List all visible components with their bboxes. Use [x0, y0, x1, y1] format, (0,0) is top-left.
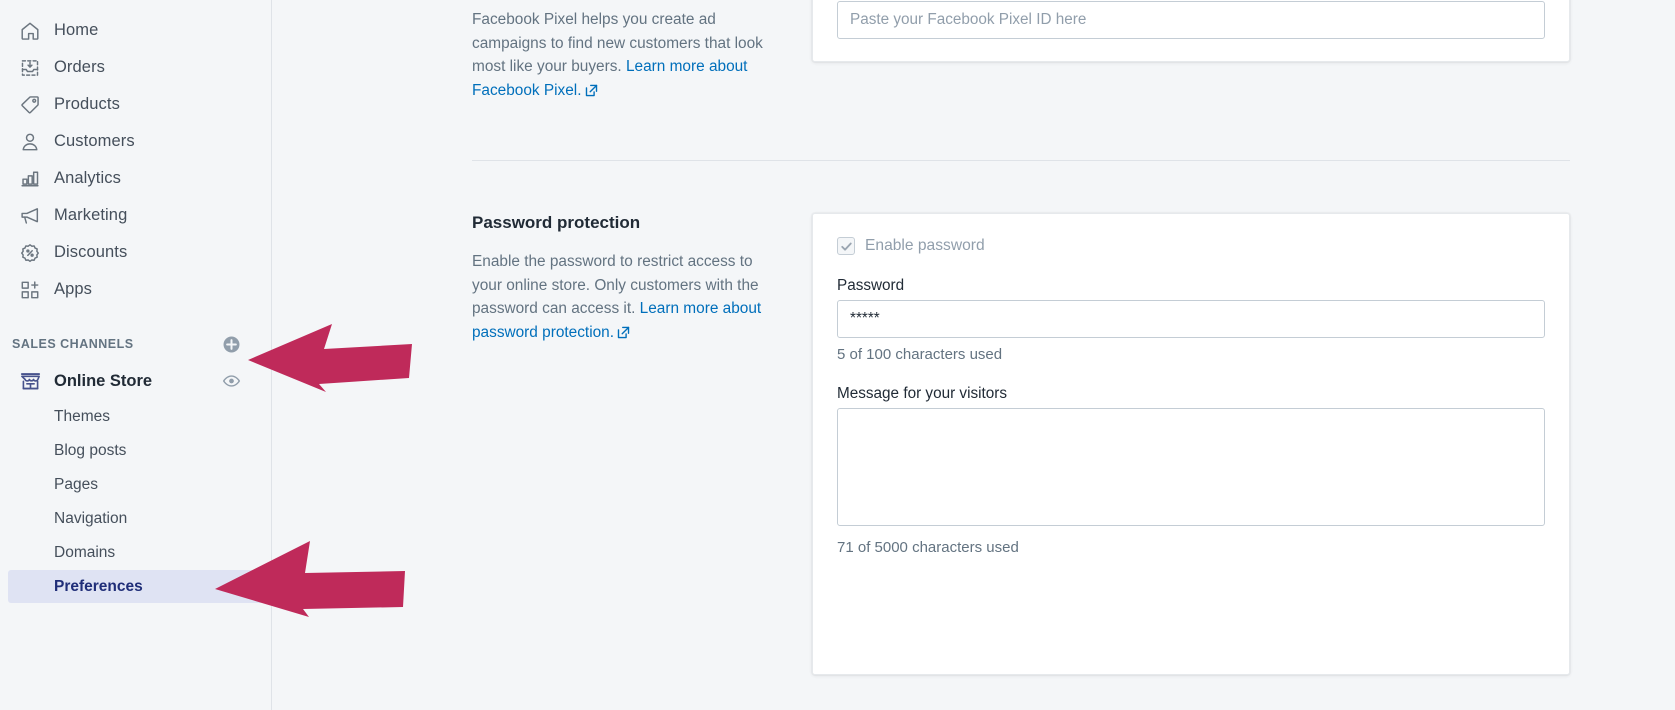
sidebar-item-label: Orders: [54, 58, 106, 76]
sidebar-item-products[interactable]: Products: [8, 86, 263, 123]
sidebar-item-online-store[interactable]: Online Store: [8, 362, 263, 400]
sidebar-item-label: Preferences: [54, 577, 143, 595]
sidebar-item-domains[interactable]: Domains: [8, 536, 263, 569]
facebook-pixel-id-input[interactable]: [837, 1, 1545, 39]
sidebar-item-marketing[interactable]: Marketing: [8, 197, 263, 234]
password-protection-description: Enable the password to restrict access t…: [472, 250, 772, 346]
password-field-label: Password: [837, 277, 905, 294]
password-input[interactable]: [837, 300, 1545, 338]
sidebar-item-home[interactable]: Home: [8, 12, 263, 49]
marketing-megaphone-icon: [16, 204, 44, 228]
password-protection-card: Enable password Password 5 of 100 charac…: [812, 213, 1570, 675]
sidebar-item-label: Home: [54, 21, 99, 39]
sidebar-item-label: Discounts: [54, 243, 128, 261]
enable-password-label: Enable password: [865, 237, 985, 254]
eye-icon: [222, 375, 241, 387]
message-character-counter: 71 of 5000 characters used: [837, 539, 1019, 556]
sidebar: Home Orders Products Customers Analytics…: [0, 0, 272, 710]
sidebar-item-navigation[interactable]: Navigation: [8, 502, 263, 535]
sidebar-item-label: Navigation: [54, 509, 128, 527]
sidebar-item-customers[interactable]: Customers: [8, 123, 263, 160]
customers-person-icon: [16, 130, 44, 154]
sidebar-item-label: Analytics: [54, 169, 121, 187]
facebook-pixel-card: [812, 0, 1570, 62]
orders-inbox-icon: [16, 56, 44, 80]
facebook-pixel-description-column: Facebook Pixel helps you create ad campa…: [472, 0, 812, 104]
analytics-bar-chart-icon: [16, 167, 44, 191]
enable-password-checkbox[interactable]: [837, 237, 855, 255]
facebook-pixel-description: Facebook Pixel helps you create ad campa…: [472, 8, 772, 104]
sidebar-item-label: Apps: [54, 280, 93, 298]
products-tag-icon: [16, 93, 44, 117]
sidebar-item-label: Pages: [54, 475, 98, 493]
enable-password-checkbox-row[interactable]: Enable password: [837, 237, 1545, 255]
password-protection-description-column: Password protection Enable the password …: [472, 213, 812, 675]
message-field-label: Message for your visitors: [837, 385, 1008, 402]
password-protection-card-column: Enable password Password 5 of 100 charac…: [812, 213, 1570, 675]
sales-channels-title: SALES CHANNELS: [12, 337, 134, 351]
sidebar-item-label: Online Store: [54, 371, 153, 390]
facebook-pixel-card-column: [812, 0, 1570, 104]
external-link-icon: [585, 81, 598, 105]
plus-circle-icon: [223, 336, 240, 352]
sidebar-item-preferences[interactable]: Preferences: [8, 570, 263, 603]
discounts-percent-icon: [16, 241, 44, 265]
password-protection-section: Password protection Enable the password …: [472, 161, 1570, 675]
sidebar-item-label: Marketing: [54, 206, 128, 224]
external-link-icon: [617, 323, 630, 347]
password-character-counter: 5 of 100 characters used: [837, 346, 1003, 363]
sales-channels-header: SALES CHANNELS: [8, 330, 263, 358]
preview-store-button[interactable]: [222, 372, 241, 391]
sidebar-item-label: Products: [54, 95, 120, 113]
facebook-pixel-section: Facebook Pixel helps you create ad campa…: [472, 0, 1570, 104]
checkmark-icon: [840, 242, 852, 251]
message-textarea[interactable]: [837, 408, 1545, 526]
online-store-icon: [16, 369, 44, 393]
sidebar-item-apps[interactable]: Apps: [8, 271, 263, 308]
sidebar-item-orders[interactable]: Orders: [8, 49, 263, 86]
home-icon: [16, 19, 44, 43]
sidebar-item-themes[interactable]: Themes: [8, 400, 263, 433]
add-sales-channel-button[interactable]: [222, 335, 263, 354]
sidebar-item-label: Blog posts: [54, 441, 127, 459]
app-root: Home Orders Products Customers Analytics…: [0, 0, 1675, 710]
main-content: Facebook Pixel helps you create ad campa…: [272, 0, 1675, 710]
apps-grid-plus-icon: [16, 278, 44, 302]
sidebar-item-label: Customers: [54, 132, 135, 150]
sidebar-item-discounts[interactable]: Discounts: [8, 234, 263, 271]
sidebar-item-label: Themes: [54, 407, 110, 425]
sidebar-item-analytics[interactable]: Analytics: [8, 160, 263, 197]
sidebar-item-label: Domains: [54, 543, 116, 561]
sidebar-item-blog-posts[interactable]: Blog posts: [8, 434, 263, 467]
page-title: Password protection: [472, 213, 641, 232]
sidebar-item-pages[interactable]: Pages: [8, 468, 263, 501]
